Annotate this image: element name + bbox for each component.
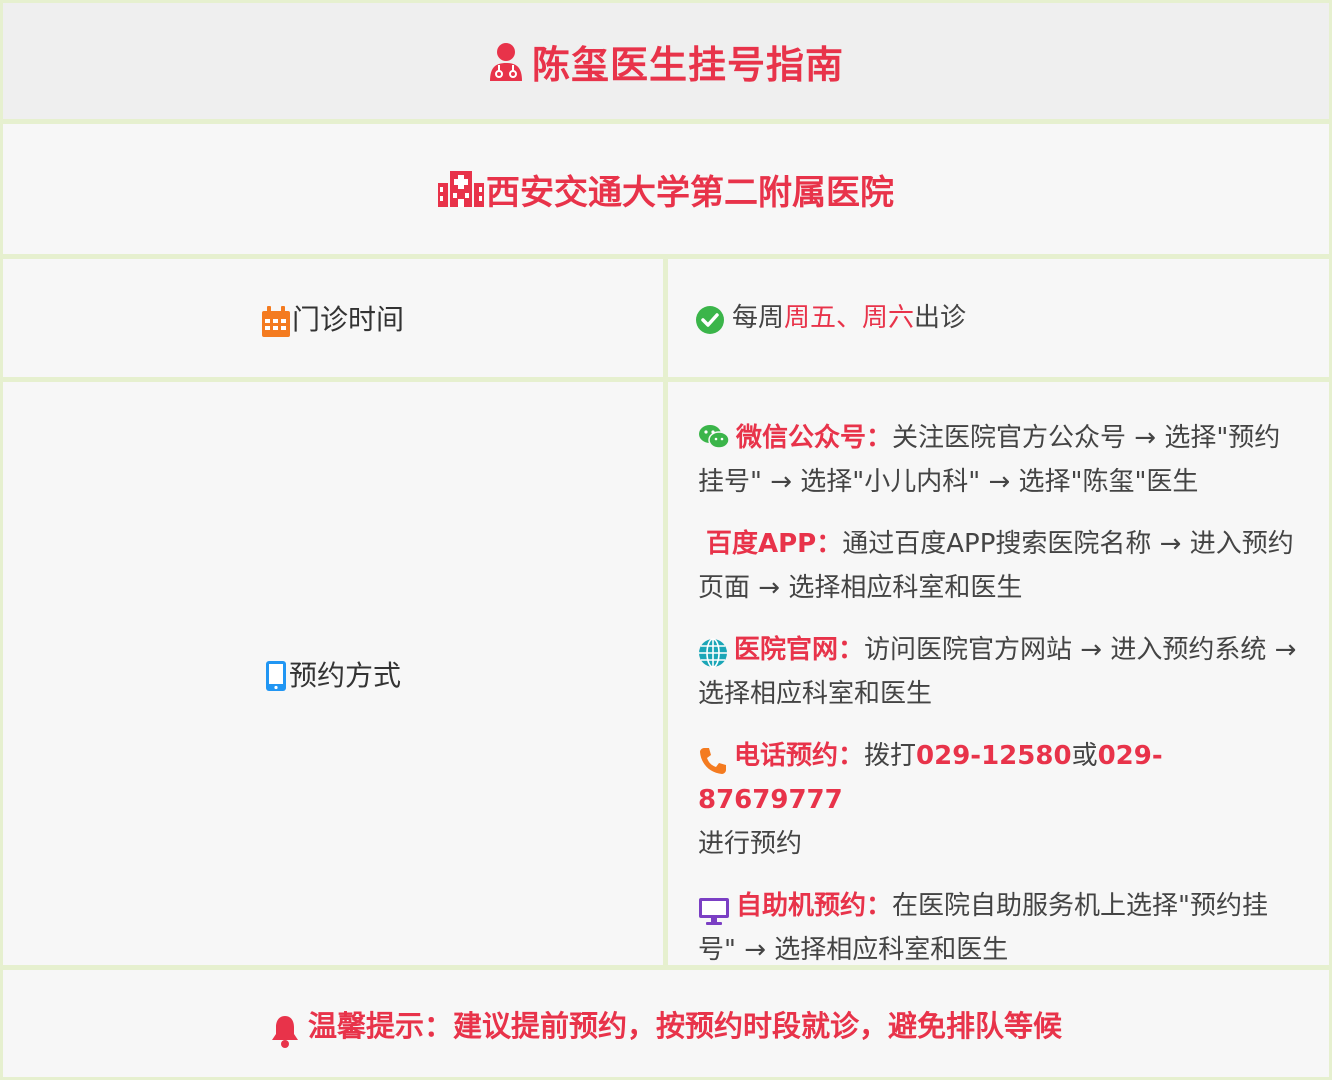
method-key: 百度APP： xyxy=(706,529,843,559)
method-key: 自助机预约： xyxy=(736,891,893,921)
phone-number-1[interactable]: 029-12580 xyxy=(916,741,1072,771)
guide-table: 陈玺医生挂号指南 西安交通大学第二附属医院 门诊时间 每周 周五、周六 出诊 预… xyxy=(0,0,1332,1080)
check-circle-icon xyxy=(696,305,724,334)
doctor-icon xyxy=(489,43,522,81)
booking-label-text: 预约方式 xyxy=(288,658,401,692)
schedule-value: 每周 周五、周六 出诊 xyxy=(696,297,966,334)
hospital-icon xyxy=(438,171,484,207)
globe-icon xyxy=(699,637,727,668)
schedule-label-text: 门诊时间 xyxy=(291,303,404,336)
hospital-row: 西安交通大学第二附属医院 xyxy=(3,124,1329,254)
hospital-name: 西安交通大学第二附属医院 xyxy=(438,165,894,214)
calendar-icon xyxy=(261,306,290,337)
method-post: 进行预约 xyxy=(698,829,803,859)
title-text: 陈玺医生挂号指南 xyxy=(531,42,844,87)
schedule-label-cell: 门诊时间 xyxy=(3,259,663,377)
hospital-name-text: 西安交通大学第二附属医院 xyxy=(486,172,894,213)
page-title: 陈玺医生挂号指南 xyxy=(488,34,844,89)
wechat-icon xyxy=(699,424,730,449)
schedule-days: 周五、周六 xyxy=(784,303,915,333)
method-key: 电话预约： xyxy=(734,741,865,771)
booking-methods: 微信公众号：关注医院官方公众号 → 选择"预约挂号" → 选择"小儿内科" → … xyxy=(668,382,1329,965)
method-key: 医院官网： xyxy=(734,635,865,665)
booking-label-cell: 预约方式 xyxy=(3,382,663,965)
schedule-prefix: 每周 xyxy=(732,303,785,333)
method-baidu: 百度APP：通过百度APP搜索医院名称 → 进入预约页面 → 选择相应科室和医生 xyxy=(698,522,1299,610)
phone-icon xyxy=(700,747,726,774)
schedule-value-cell: 每周 周五、周六 出诊 xyxy=(668,259,1329,377)
footer-tip-row: 温馨提示：建议提前预约，按预约时段就诊，避免排队等候 xyxy=(3,970,1329,1077)
method-mid: 或 xyxy=(1071,741,1098,771)
method-wechat: 微信公众号：关注医院官方公众号 → 选择"预约挂号" → 选择"小儿内科" → … xyxy=(698,416,1299,504)
method-phone: 电话预约：拨打029-12580或029-87679777 进行预约 xyxy=(698,734,1299,866)
guide-header: 陈玺医生挂号指南 xyxy=(3,3,1329,119)
mobile-icon xyxy=(265,660,286,691)
desktop-icon xyxy=(699,897,729,925)
method-key: 微信公众号： xyxy=(736,423,893,453)
footer-tip-text: 温馨提示：建议提前预约，按预约时段就诊，避免排队等候 xyxy=(307,1008,1062,1043)
schedule-suffix: 出诊 xyxy=(914,303,967,333)
footer-tip: 温馨提示：建议提前预约，按预约时段就诊，避免排队等候 xyxy=(270,1000,1062,1048)
method-kiosk: 自助机预约：在医院自助服务机上选择"预约挂号" → 选择相应科室和医生 xyxy=(698,884,1299,972)
booking-label: 预约方式 xyxy=(265,654,401,694)
bell-icon xyxy=(271,1015,298,1048)
schedule-label: 门诊时间 xyxy=(261,298,404,338)
method-website: 医院官网：访问医院官方网站 → 进入预约系统 → 选择相应科室和医生 xyxy=(698,628,1299,716)
method-pre: 拨打 xyxy=(864,741,917,771)
